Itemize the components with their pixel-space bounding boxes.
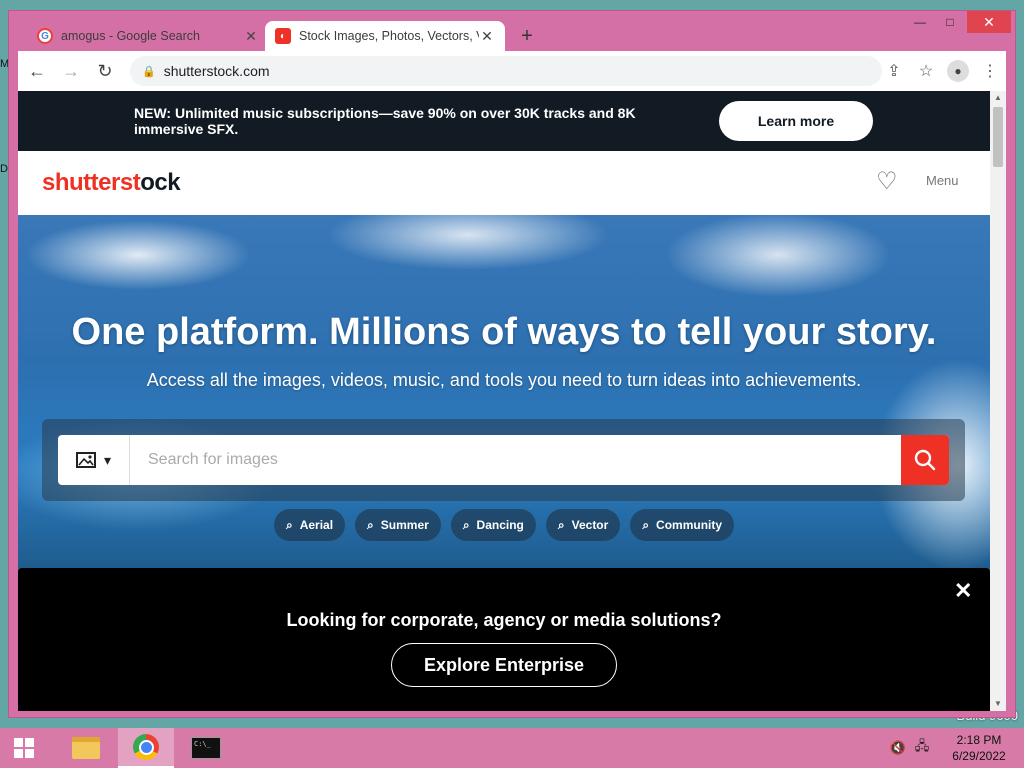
learn-more-button[interactable]: Learn more: [719, 101, 873, 141]
shutterstock-page: NEW: Unlimited music subscriptions—save …: [18, 91, 990, 711]
start-button[interactable]: [0, 728, 48, 768]
chrome-icon: [133, 734, 159, 760]
reload-button[interactable]: ↻: [90, 56, 120, 86]
kebab-menu-icon[interactable]: ⋮: [974, 56, 1006, 86]
logo-accent: o: [140, 169, 155, 196]
profile-button[interactable]: ●: [942, 56, 974, 86]
tab-title: amogus - Google Search: [61, 29, 200, 43]
file-explorer-taskbar-button[interactable]: [58, 728, 114, 768]
chip-label: Dancing: [476, 518, 524, 532]
share-icon[interactable]: ⇪: [878, 56, 910, 86]
folder-icon: [72, 737, 100, 759]
window-close-button[interactable]: ✕: [967, 11, 1011, 33]
lock-icon[interactable]: 🔒: [142, 65, 156, 78]
chip-dancing[interactable]: ⌕ Dancing: [450, 509, 536, 541]
network-icon[interactable]: 🖧: [910, 737, 934, 759]
search-container: ▾: [42, 419, 965, 501]
windows-logo-icon: [14, 738, 34, 758]
close-tab-icon[interactable]: ✕: [243, 28, 259, 45]
suggestion-chips: ⌕ Aerial ⌕ Summer ⌕ Dancing ⌕ Vector ⌕ Commun…: [18, 509, 990, 541]
scroll-down-arrow-icon[interactable]: ▼: [990, 697, 1006, 711]
system-tray: 🔇 🖧 2:18 PM 6/29/2022: [886, 728, 1024, 768]
hero-title: One platform. Millions of ways to tell y…: [71, 311, 937, 353]
search-button[interactable]: [901, 435, 949, 485]
new-tab-button[interactable]: +: [515, 25, 539, 47]
chip-label: Summer: [380, 518, 429, 532]
search-icon: ⌕: [557, 517, 565, 532]
address-bar[interactable]: 🔒 shutterstock.com: [130, 56, 882, 86]
image-icon: [75, 452, 96, 468]
clock-date: 6/29/2022: [952, 749, 1006, 763]
chrome-taskbar-button[interactable]: [118, 728, 174, 768]
chevron-down-icon: ▾: [103, 451, 112, 468]
media-type-dropdown[interactable]: ▾: [58, 435, 130, 485]
browser-window: G amogus - Google Search ✕ ◐ Stock Image…: [8, 10, 1016, 718]
logo-text: shutterst: [42, 169, 141, 196]
speaker-muted-icon[interactable]: 🔇: [886, 740, 910, 756]
forward-button[interactable]: →: [56, 56, 86, 86]
site-header: shutterstock ♡ Menu: [18, 151, 990, 215]
cmd-taskbar-button[interactable]: C:\_: [178, 728, 234, 768]
scrollbar-thumb[interactable]: [993, 107, 1003, 167]
avatar: ●: [947, 60, 969, 82]
scroll-up-arrow-icon[interactable]: ▲: [990, 91, 1006, 105]
enterprise-banner: ✕ Looking for corporate, agency or media…: [18, 568, 990, 711]
back-button[interactable]: ←: [22, 56, 52, 86]
search-icon: ⌕: [642, 517, 650, 532]
page-scrollbar[interactable]: ▲ ▼: [990, 91, 1006, 711]
search-icon: ⌕: [462, 517, 470, 532]
chip-aerial[interactable]: ⌕ Aerial: [273, 509, 346, 541]
search-bar: ▾: [58, 435, 949, 485]
minimize-button[interactable]: —: [905, 11, 935, 33]
tab-strip: G amogus - Google Search ✕ ◐ Stock Image…: [9, 11, 1015, 51]
clock[interactable]: 2:18 PM 6/29/2022: [934, 732, 1024, 764]
close-banner-icon[interactable]: ✕: [954, 578, 972, 604]
chip-label: Vector: [571, 518, 609, 532]
page-viewport: NEW: Unlimited music subscriptions—save …: [18, 91, 1006, 711]
logo-text-end: ck: [154, 169, 181, 196]
chip-label: Aerial: [299, 518, 334, 532]
tab-title: Stock Images, Photos, Vectors, V: [299, 29, 479, 43]
shutterstock-icon: ◐: [275, 28, 291, 44]
taskbar: C:\_ 🔇 🖧 2:18 PM 6/29/2022: [0, 728, 1024, 768]
google-icon: G: [37, 28, 53, 44]
chip-label: Community: [656, 518, 723, 532]
promo-banner: NEW: Unlimited music subscriptions—save …: [18, 91, 990, 151]
menu-button[interactable]: Menu: [926, 173, 959, 188]
maximize-button[interactable]: □: [935, 11, 965, 33]
chip-vector[interactable]: ⌕ Vector: [545, 509, 621, 541]
command-prompt-icon: C:\_: [191, 737, 221, 759]
search-icon: ⌕: [367, 517, 374, 532]
hero-subtitle: Access all the images, videos, music, an…: [146, 370, 862, 390]
clock-time: 2:18 PM: [956, 733, 1002, 747]
enterprise-question: Looking for corporate, agency or media s…: [286, 610, 722, 630]
chip-community[interactable]: ⌕ Community: [630, 509, 735, 541]
search-input[interactable]: [130, 436, 901, 484]
close-tab-icon[interactable]: ✕: [479, 28, 495, 45]
explore-enterprise-button[interactable]: Explore Enterprise: [391, 643, 617, 687]
promo-text: NEW: Unlimited music subscriptions—save …: [134, 105, 636, 137]
search-icon: [914, 449, 936, 471]
bookmark-star-icon[interactable]: ☆: [910, 56, 942, 86]
chip-summer[interactable]: ⌕ Summer: [355, 509, 441, 541]
browser-toolbar: ← → ↻ 🔒 shutterstock.com ⇪ ☆ ● ⋮: [18, 51, 1006, 91]
search-icon: ⌕: [285, 517, 293, 532]
favorites-heart-icon[interactable]: ♡: [876, 167, 898, 196]
hero-section: One platform. Millions of ways to tell y…: [18, 215, 990, 575]
tab-shutterstock[interactable]: ◐ Stock Images, Photos, Vectors, V ✕: [265, 21, 505, 51]
url-text: shutterstock.com: [163, 63, 270, 79]
tab-google-search[interactable]: G amogus - Google Search ✕: [27, 21, 269, 51]
shutterstock-logo[interactable]: shutterstock: [42, 169, 181, 197]
